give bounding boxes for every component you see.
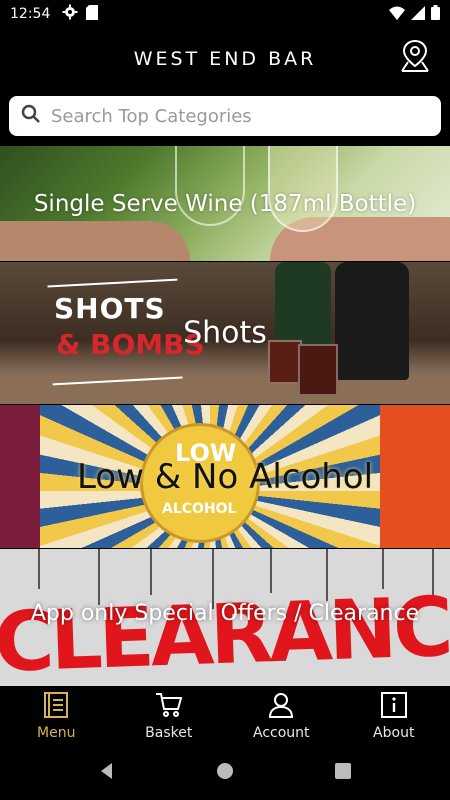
nav-about[interactable]: About — [338, 686, 450, 746]
location-button[interactable] — [396, 38, 434, 78]
category-label: Shots — [183, 315, 267, 351]
app-title: WEST END BAR — [133, 48, 317, 70]
user-icon — [268, 692, 294, 722]
bottom-nav: Menu Basket Account About — [0, 686, 450, 746]
wine-glass-image — [268, 146, 338, 232]
home-icon[interactable] — [216, 762, 234, 784]
status-bar: 12:54 — [0, 0, 450, 28]
search-input[interactable] — [51, 105, 429, 127]
category-label: Single Serve Wine (187ml Bottle) — [33, 190, 417, 217]
wifi-icon — [389, 5, 405, 24]
recents-icon[interactable] — [334, 762, 352, 784]
nav-label: Menu — [37, 724, 76, 741]
nav-label: Basket — [145, 724, 193, 741]
category-label: App only Special Offers / Clearance — [30, 601, 420, 626]
shot-glass-image — [298, 344, 338, 396]
hanging-wire-image — [150, 549, 152, 595]
battery-icon — [431, 4, 440, 24]
signal-icon — [411, 5, 425, 24]
nav-label: Account — [252, 724, 310, 741]
nav-label: About — [373, 724, 415, 741]
system-nav-bar — [0, 746, 450, 800]
search-icon — [21, 104, 41, 128]
gear-icon — [62, 4, 78, 24]
menu-book-icon — [43, 691, 69, 722]
clearance-banner-text: CLEARANCE — [0, 578, 450, 686]
info-icon — [380, 691, 407, 722]
back-icon[interactable] — [98, 762, 116, 784]
category-label: Low & No Alcohol — [76, 456, 374, 497]
location-pin-icon — [398, 38, 432, 78]
nav-basket[interactable]: Basket — [113, 686, 226, 746]
app-header: WEST END BAR — [0, 28, 450, 90]
nav-account[interactable]: Account — [225, 686, 338, 746]
cart-icon — [155, 692, 183, 722]
sd-card-icon — [86, 4, 99, 24]
wine-hand-image — [0, 221, 190, 261]
status-time: 12:54 — [10, 6, 51, 22]
category-tile-low-no-alcohol[interactable]: LOW ALCOHOL Low & No Alcohol — [0, 405, 450, 548]
category-list: Single Serve Wine (187ml Bottle) SHOTS &… — [0, 146, 450, 686]
search-bar — [9, 96, 441, 136]
nav-menu[interactable]: Menu — [0, 686, 113, 746]
category-tile-wine[interactable]: Single Serve Wine (187ml Bottle) — [0, 146, 450, 261]
hanging-wire-image — [38, 549, 40, 589]
badge-subtext: ALCOHOL — [162, 501, 237, 517]
category-tile-shots[interactable]: SHOTS & BOMBS Shots — [0, 262, 450, 404]
category-tile-clearance[interactable]: CLEARANCE App only Special Offers / Clea… — [0, 549, 450, 686]
